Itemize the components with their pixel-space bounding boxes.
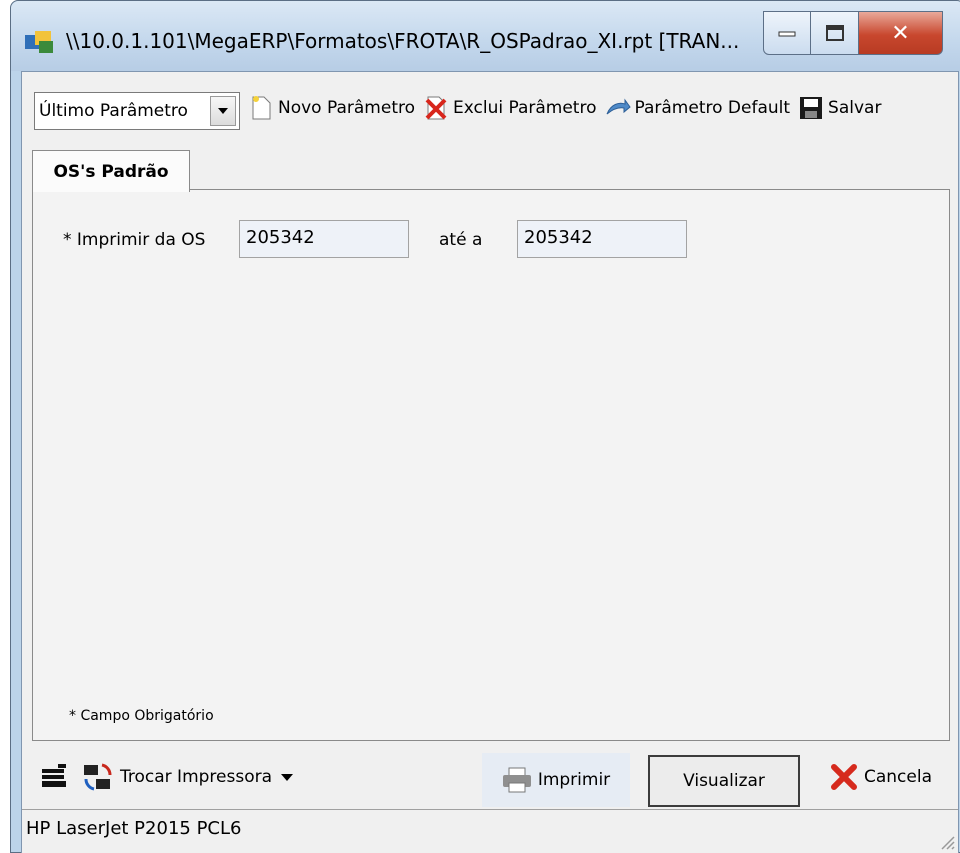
tab-panel: * Imprimir da OS 205342 até a 205342 * C… (32, 189, 950, 741)
maximize-icon (825, 25, 844, 41)
close-button[interactable]: ✕ (859, 11, 943, 55)
minimize-button[interactable] (763, 11, 811, 55)
preview-button[interactable]: Visualizar (648, 755, 800, 807)
parameter-select[interactable]: Último Parâmetro (34, 92, 240, 130)
default-arrow-icon (605, 95, 631, 121)
from-os-label: * Imprimir da OS (63, 230, 206, 250)
tab-os-padrao[interactable]: OS's Padrão (32, 150, 190, 192)
printer-setup-button[interactable] (40, 763, 70, 791)
maximize-button[interactable] (811, 11, 859, 55)
chevron-down-icon (281, 774, 294, 781)
save-button[interactable]: Salvar (798, 95, 881, 121)
report-window: \\10.0.1.101\MegaERP\Formatos\FROTA\R_OS… (10, 0, 960, 853)
app-icon (25, 31, 53, 53)
default-parameter-button[interactable]: Parâmetro Default (605, 95, 791, 121)
to-os-label: até a (439, 230, 483, 250)
title-bar[interactable]: \\10.0.1.101\MegaERP\Formatos\FROTA\R_OS… (11, 1, 960, 71)
resize-grip-icon[interactable] (938, 833, 956, 851)
minimize-icon (778, 31, 796, 37)
printer-icon (502, 767, 531, 793)
change-printer-button[interactable]: Trocar Impressora (82, 761, 294, 793)
from-os-input[interactable]: 205342 (239, 220, 409, 258)
printer-setup-icon (42, 764, 66, 787)
window-title: \\10.0.1.101\MegaERP\Formatos\FROTA\R_OS… (66, 29, 740, 53)
new-parameter-button[interactable]: Novo Parâmetro (248, 95, 415, 121)
delete-document-icon (423, 95, 449, 121)
toolbar: Último Parâmetro Novo Parâmetro Exclui P… (22, 72, 958, 144)
window-client: Último Parâmetro Novo Parâmetro Exclui P… (21, 71, 959, 853)
new-parameter-label: Novo Parâmetro (278, 98, 415, 118)
cancel-x-icon (831, 764, 857, 790)
action-bar: Trocar Impressora Imprimir Visualizar Ca… (22, 745, 958, 817)
parameter-select-value: Último Parâmetro (39, 101, 188, 121)
new-document-icon (248, 95, 274, 121)
tab-label: OS's Padrão (53, 161, 169, 182)
to-os-input[interactable]: 205342 (517, 220, 687, 258)
printer-name-status: HP LaserJet P2015 PCL6 (26, 818, 242, 839)
save-label: Salvar (828, 98, 882, 118)
change-printer-label: Trocar Impressora (120, 767, 273, 787)
swap-printer-icon (84, 763, 112, 791)
print-label: Imprimir (537, 770, 611, 790)
floppy-disk-icon (798, 95, 824, 121)
status-bar: HP LaserJet P2015 PCL6 (22, 809, 958, 853)
print-button[interactable]: Imprimir (482, 753, 630, 807)
cancel-button[interactable]: Cancela (830, 763, 932, 791)
close-icon: ✕ (891, 20, 910, 46)
delete-parameter-label: Exclui Parâmetro (453, 98, 597, 118)
required-field-note: * Campo Obrigatório (69, 708, 214, 724)
cancel-label: Cancela (864, 767, 933, 787)
default-parameter-label: Parâmetro Default (634, 98, 791, 118)
dropdown-arrow-icon[interactable] (210, 96, 236, 126)
preview-label: Visualizar (683, 771, 765, 791)
delete-parameter-button[interactable]: Exclui Parâmetro (423, 95, 597, 121)
